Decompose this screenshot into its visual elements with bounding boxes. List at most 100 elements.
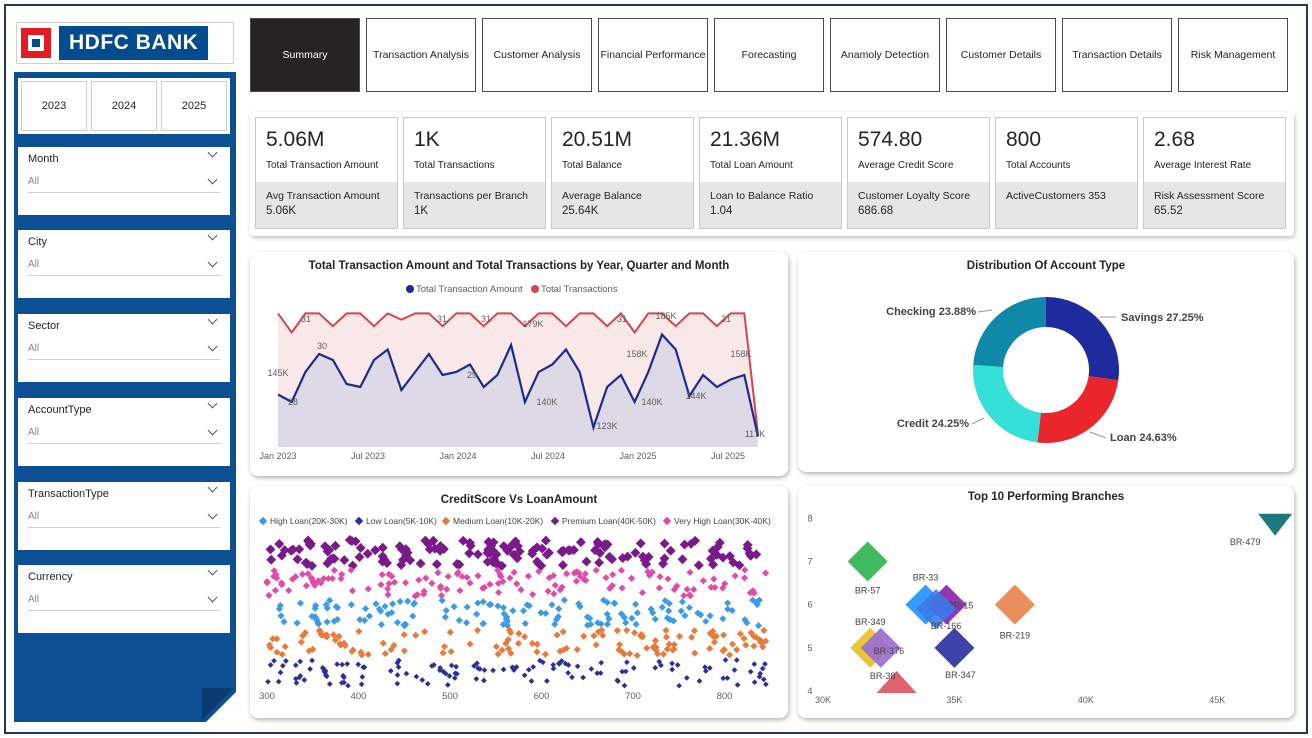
branch-label: BR-376 [874, 646, 905, 656]
scatter-point [494, 602, 502, 610]
branch-marker[interactable] [1258, 513, 1293, 536]
scatter-point [676, 682, 682, 689]
scatter-point [499, 604, 508, 612]
scatter-point [393, 618, 401, 627]
chevron-down-icon[interactable] [207, 314, 218, 325]
credit-vs-loan-card: CreditScore Vs LoanAmount High Loan(20K-… [250, 486, 788, 718]
year-button-2023[interactable]: 2023 [21, 81, 87, 131]
y-tick-label: 5 [807, 643, 812, 653]
scatter-point [384, 585, 392, 593]
kpi-value: 21.36M [710, 128, 781, 151]
donut-slice-savings[interactable] [1046, 297, 1120, 381]
scatter-point [365, 612, 374, 620]
scatter-point [710, 638, 719, 646]
scatter-point [751, 679, 758, 686]
slicer-dropdown[interactable]: All [28, 506, 220, 528]
scatter-point [510, 568, 518, 576]
scatter-point [720, 631, 728, 639]
scatter-point [688, 633, 696, 641]
branch-marker[interactable] [994, 584, 1035, 625]
scatter-point [281, 643, 289, 651]
chevron-down-icon[interactable] [207, 230, 218, 241]
kpi-sub-label: Transactions per Branch [414, 190, 528, 202]
scatter-point [617, 566, 625, 574]
legend-label: High Loan(20K-30K) [270, 516, 348, 526]
scatter-point [588, 666, 595, 672]
donut-slice-credit[interactable] [973, 364, 1041, 443]
scatter-point [669, 666, 676, 673]
year-button-2024[interactable]: 2024 [91, 81, 157, 131]
kpi-value: 20.51M [562, 128, 633, 151]
scatter-point [677, 554, 688, 565]
chevron-down-icon[interactable] [207, 147, 218, 158]
scatter-point [328, 574, 336, 583]
scatter-point [377, 621, 385, 629]
slicer-dropdown[interactable]: All [28, 422, 220, 444]
tab-forecasting[interactable]: Forecasting [714, 18, 824, 92]
branch-label: BR-219 [1000, 631, 1031, 641]
scatter-point [359, 674, 366, 680]
scatter-point [560, 596, 568, 604]
scatter-point [462, 619, 471, 627]
y-tick-label: 8 [807, 513, 812, 523]
scatter-point [495, 588, 503, 597]
kpi-label: Total Transactions [414, 160, 495, 171]
donut-slice-checking[interactable] [973, 297, 1046, 367]
slicer-dropdown[interactable]: All [28, 589, 220, 611]
slicer-dropdown[interactable]: All [28, 254, 220, 276]
scatter-point [428, 579, 436, 587]
legend-label: Medium Loan(10K-20K) [453, 516, 543, 526]
x-tick-label: Jan 2023 [259, 451, 296, 461]
chevron-down-icon[interactable] [207, 482, 218, 493]
scatter-point [679, 539, 690, 550]
scatter-point [750, 642, 758, 650]
scatter-point [659, 650, 667, 658]
kpi-label: Average Credit Score [858, 160, 954, 171]
kpi-card: 800 Total Accounts ActiveCustomers 353 [995, 117, 1138, 229]
scatter-point [726, 651, 734, 659]
scatter-point [696, 678, 703, 684]
donut-slice-loan[interactable] [1037, 376, 1119, 444]
slicer-dropdown[interactable]: All [28, 338, 220, 360]
scatter-point [618, 584, 626, 592]
branch-marker[interactable] [934, 627, 975, 668]
scatter-point [434, 569, 442, 577]
tab-customer-details[interactable]: Customer Details [946, 18, 1056, 92]
scatter-point [403, 670, 410, 677]
y-tick-label: 6 [807, 600, 812, 610]
scatter-point [557, 560, 568, 571]
chevron-down-icon[interactable] [207, 398, 218, 409]
scatter-point [728, 640, 737, 648]
tab-financial-performance[interactable]: Financial Performance [598, 18, 708, 92]
brand-logo: HDFC BANK [16, 22, 234, 64]
tab-transaction-details[interactable]: Transaction Details [1062, 18, 1172, 92]
scatter-point [441, 613, 449, 621]
kpi-sub-label: Avg Transaction Amount [266, 190, 380, 202]
scatter-point [521, 672, 528, 679]
tab-risk-management[interactable]: Risk Management [1178, 18, 1288, 92]
scatter-point [720, 675, 727, 682]
tab-customer-analysis[interactable]: Customer Analysis [482, 18, 592, 92]
scatter-point [626, 650, 634, 658]
scatter-point [662, 626, 670, 634]
slice-label: Savings 27.25% [1121, 312, 1204, 324]
slicer-dropdown[interactable]: All [28, 171, 220, 193]
tab-summary[interactable]: Summary [250, 18, 360, 92]
branch-label: BR-349 [855, 617, 886, 627]
tab-transaction-analysis[interactable]: Transaction Analysis [366, 18, 476, 92]
scatter-point [448, 662, 455, 669]
scatter-point [651, 637, 659, 645]
scatter-point [550, 665, 557, 672]
branch-marker[interactable] [847, 541, 888, 582]
x-tick-label: 40K [1078, 695, 1094, 705]
chevron-down-icon[interactable] [207, 565, 218, 576]
scatter-point [575, 537, 586, 548]
scatter-point [292, 662, 299, 669]
year-button-2025[interactable]: 2025 [161, 81, 227, 131]
scatter-point [500, 666, 507, 673]
y-tick-label: 7 [807, 556, 812, 566]
chevron-down-icon [207, 425, 218, 436]
scatter-point [302, 582, 310, 590]
tab-anamoly-detection[interactable]: Anamoly Detection [830, 18, 940, 92]
x-tick-label: 30K [815, 695, 831, 705]
